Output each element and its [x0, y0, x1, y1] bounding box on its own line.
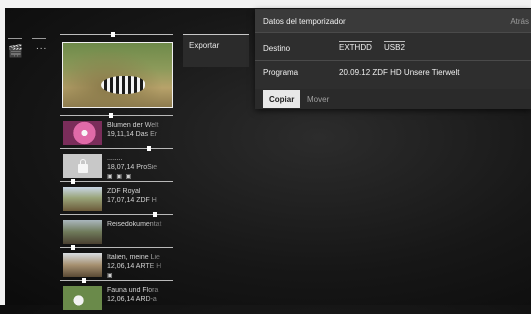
recording-date-channel: 18,07,14 ProSie	[107, 164, 158, 171]
progress-marker	[111, 32, 115, 37]
progress-marker	[71, 245, 75, 250]
recording-thumbnail	[63, 286, 102, 310]
recording-date-channel: 19,11,14 Das Er	[107, 131, 158, 138]
progress-marker	[153, 212, 157, 217]
recording-thumbnail	[63, 121, 102, 145]
recording-title: Blumen der Welt	[107, 122, 159, 129]
recording-thumbnail	[63, 253, 102, 277]
recording-item[interactable]: ZDF Royal 17,07,14 ZDF H	[60, 179, 173, 215]
status-icons: ▣	[107, 273, 114, 279]
programa-label: Programa	[263, 68, 299, 77]
recording-date-channel: 12,06,14 ARD-a	[107, 296, 157, 303]
recording-title: ........	[107, 155, 123, 162]
recording-title: Reisedokumentat	[107, 221, 162, 228]
recording-thumbnail	[63, 187, 102, 211]
recording-thumbnail	[63, 220, 102, 244]
programa-value: 20.09.12 ZDF HD Unsere Tierwelt	[339, 68, 460, 77]
recording-item[interactable]: Italien, meine Lie 12,06,14 ARTE H ▣	[60, 245, 173, 281]
featured-recording[interactable]	[60, 32, 173, 109]
more-dots[interactable]: ...	[36, 41, 47, 52]
progress-marker	[147, 146, 151, 151]
locked-thumbnail	[63, 154, 102, 178]
back-button[interactable]: Atrás	[510, 17, 529, 26]
recording-item[interactable]: Fauna und Flora 12,06,14 ARD-a	[60, 278, 173, 314]
screen-frame-left	[0, 0, 5, 305]
recording-date-channel: 12,06,14 ARTE H	[107, 263, 162, 270]
zebra-image	[101, 76, 145, 94]
destino-option-usb2[interactable]: USB2	[384, 41, 405, 52]
destino-label: Destino	[263, 44, 291, 53]
divider	[255, 32, 531, 33]
progress-marker	[109, 113, 113, 118]
screen-frame-top	[0, 0, 531, 8]
export-label: Exportar	[189, 41, 220, 50]
dialog-header: Datos del temporizador Atrás	[255, 9, 531, 32]
recording-title: ZDF Royal	[107, 188, 141, 195]
progress-marker	[82, 278, 86, 283]
status-icons: ▣ ▣ ▣	[107, 174, 133, 180]
mini-divider	[32, 38, 46, 39]
recording-date-channel: 17,07,14 ZDF H	[107, 197, 157, 204]
copy-button[interactable]: Copiar	[263, 90, 301, 108]
timer-dialog: Datos del temporizador Atrás Destino EXT…	[255, 9, 531, 109]
lock-icon	[77, 158, 88, 173]
clapperboard-icon[interactable]: 🎬	[8, 44, 23, 58]
screen: 🎬 ... Blumen der Welt 19,11,14 Das Er....…	[0, 0, 531, 310]
mini-divider	[8, 38, 22, 39]
recording-item[interactable]: Reisedokumentat	[60, 212, 173, 248]
recording-item[interactable]: Blumen der Welt 19,11,14 Das Er	[60, 113, 173, 149]
destino-option-exthdd[interactable]: EXTHDD	[339, 41, 372, 52]
divider	[255, 60, 531, 61]
move-button[interactable]: Mover	[301, 90, 335, 108]
recording-item[interactable]: ........ 18,07,14 ProSie ▣ ▣ ▣	[60, 146, 173, 182]
recording-title: Italien, meine Lie	[107, 254, 160, 261]
export-button[interactable]: Exportar	[183, 34, 249, 67]
dialog-title: Datos del temporizador	[263, 17, 346, 26]
progress-marker	[71, 179, 75, 184]
featured-thumbnail	[62, 42, 173, 108]
recording-title: Fauna und Flora	[107, 287, 159, 294]
